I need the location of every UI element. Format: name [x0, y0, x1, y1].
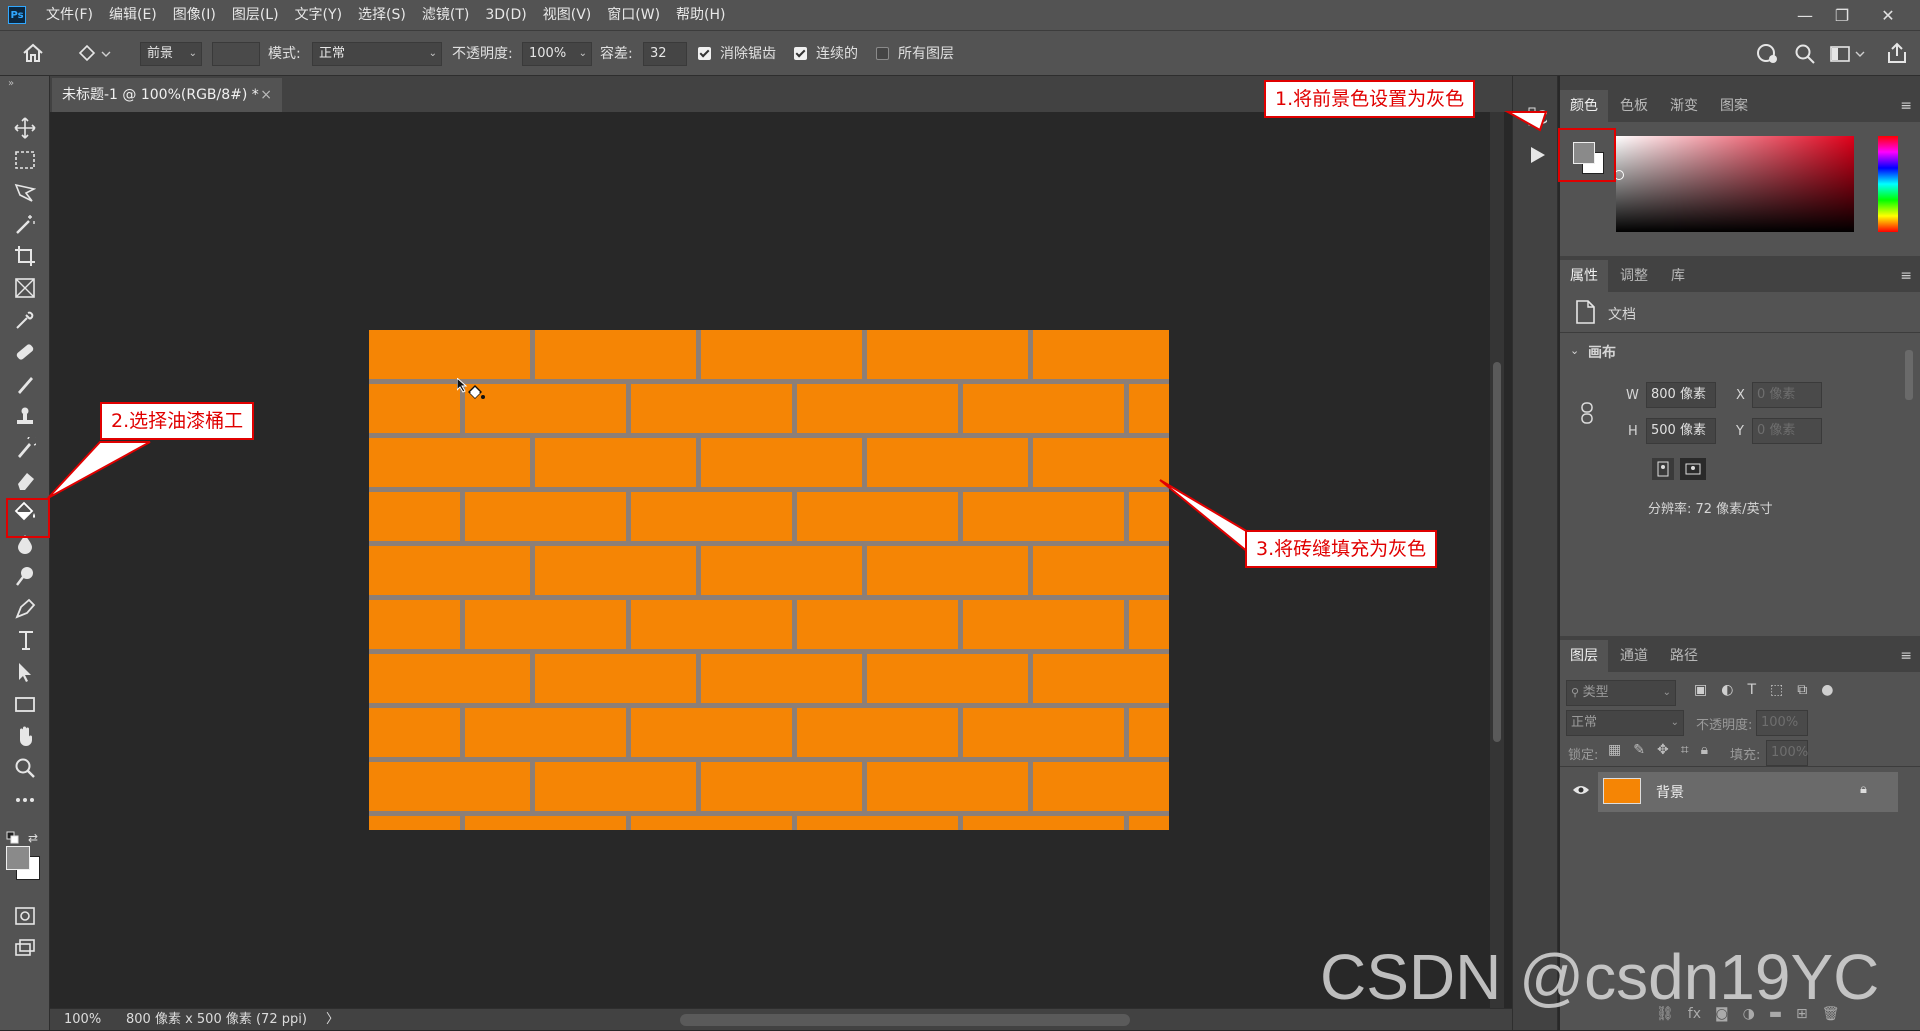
- annotation-step-3: 3.将砖缝填充为灰色: [1245, 530, 1438, 568]
- annotation-arrows: [47, 111, 1548, 555]
- highlight-foreground-color: [1558, 128, 1616, 182]
- callout-2-pointer: [47, 441, 151, 499]
- annotation-step-2: 2.选择油漆桶工: [100, 402, 255, 440]
- annotation-step-1: 1.将前景色设置为灰色: [1264, 80, 1476, 118]
- callout-3-pointer: [1159, 479, 1249, 555]
- highlight-paint-bucket: [6, 498, 50, 538]
- watermark: CSDN @csdn19YC: [1320, 941, 1880, 1013]
- callout-1-pointer: [1504, 111, 1548, 132]
